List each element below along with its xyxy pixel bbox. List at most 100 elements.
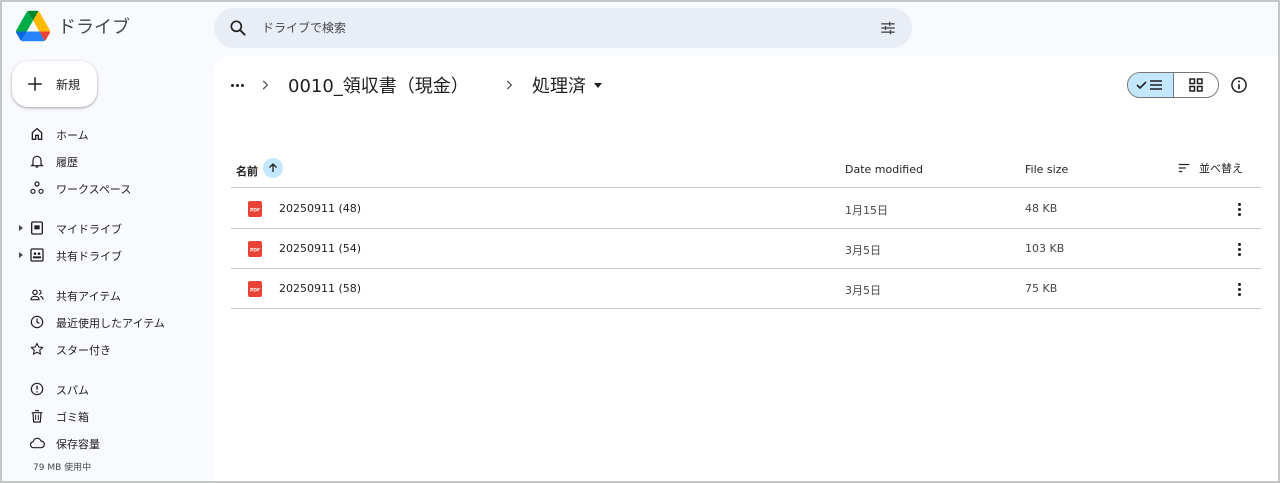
star-icon (30, 342, 44, 355)
sidebar-item-recent[interactable]: 最近使用したアイテム (14, 309, 208, 335)
file-size: 103 KB (1025, 242, 1065, 255)
sidebar-item-label: マイドライブ (56, 223, 122, 236)
file-date-modified: 3月5日 (845, 244, 881, 257)
file-date-modified: 1月15日 (845, 204, 888, 217)
more-dot (1237, 252, 1241, 256)
more-dot (1237, 207, 1241, 211)
more-vert-icon (1237, 202, 1241, 206)
table-row[interactable]: PDF 20250911 (54) 3月5日 103 KB (231, 229, 1261, 269)
caret-down-icon (594, 82, 602, 88)
expand-arrow-icon[interactable] (19, 252, 23, 258)
svg-text:PDF: PDF (250, 208, 260, 214)
arrow-up-icon (269, 163, 277, 172)
more-actions-button[interactable] (1229, 279, 1249, 299)
file-date-modified: 3月5日 (845, 284, 881, 297)
clock-icon (30, 315, 44, 329)
more-actions-button[interactable] (1229, 199, 1249, 219)
sidebar-item-label: 履歴 (56, 156, 78, 169)
sort-menu-label: 並べ替え (1199, 162, 1243, 175)
breadcrumb-more-button[interactable] (226, 74, 248, 96)
svg-text:PDF: PDF (250, 288, 260, 294)
sidebar-item-history[interactable]: 履歴 (14, 148, 208, 174)
trash-icon (31, 410, 43, 423)
column-header-date-modified[interactable]: Date modified (845, 163, 923, 176)
column-header-file-size[interactable]: File size (1025, 163, 1068, 176)
more-dot (235, 83, 239, 87)
more-actions-button[interactable] (1229, 239, 1249, 259)
more-vert-icon (1237, 242, 1241, 246)
home-icon (31, 127, 43, 140)
table-header: 名前 Date modified File size 並べ替え (231, 156, 1261, 188)
plus-icon (28, 77, 42, 91)
bell-icon (30, 155, 44, 168)
pdf-file-icon: PDF (248, 201, 262, 217)
check-list-icon (1136, 80, 1163, 90)
sidebar-item-label: ホーム (56, 129, 89, 142)
storage-usage-text: 79 MB 使用中 (33, 463, 92, 473)
file-name[interactable]: 20250911 (58) (279, 282, 361, 295)
new-button-label: 新規 (56, 77, 81, 92)
sidebar-item-trash[interactable]: ゴミ箱 (14, 403, 208, 429)
sidebar-item-label: ワークスペース (56, 183, 132, 196)
file-name[interactable]: 20250911 (48) (279, 202, 361, 215)
drive-logo-icon (16, 10, 50, 42)
more-dot (1237, 287, 1241, 291)
workspace-icon (30, 181, 44, 194)
list-view-button[interactable] (1128, 73, 1174, 97)
chevron-right-icon (506, 80, 513, 90)
sort-icon (1178, 163, 1190, 173)
file-name[interactable]: 20250911 (54) (279, 242, 361, 255)
sidebar-item-storage[interactable]: 保存容量 (14, 430, 208, 456)
top-bar: ドライブ (0, 0, 1280, 56)
people-icon (30, 289, 44, 301)
grid-icon (1189, 78, 1203, 92)
sidebar-item-label: スパム (56, 384, 89, 397)
chevron-right-icon (262, 80, 269, 90)
search-icon[interactable] (228, 18, 248, 38)
more-vert-icon (1237, 282, 1241, 286)
file-size: 75 KB (1025, 282, 1058, 295)
column-header-name[interactable]: 名前 (236, 163, 258, 179)
more-dot (1237, 247, 1241, 251)
sidebar-item-label: 共有アイテム (56, 290, 121, 303)
current-folder-label: 処理済 (532, 76, 586, 97)
new-button[interactable]: 新規 (12, 61, 97, 107)
drive-logo[interactable]: ドライブ (16, 10, 130, 42)
search-input[interactable] (262, 8, 862, 48)
more-dot (240, 83, 244, 87)
sidebar-item-home[interactable]: ホーム (14, 121, 208, 147)
sidebar-item-shared-drives[interactable]: 共有ドライブ (14, 242, 208, 268)
pdf-file-icon: PDF (248, 241, 262, 257)
my-drive-icon (31, 221, 43, 235)
sidebar-item-label: スター付き (56, 344, 111, 357)
search-bar[interactable] (214, 8, 912, 48)
main-panel: 0010_領収書（現金） 処理済 名前 Date modified File s… (214, 56, 1278, 481)
sort-direction-button[interactable] (263, 158, 283, 178)
table-row[interactable]: PDF 20250911 (58) 3月5日 75 KB (231, 269, 1261, 309)
search-options-icon[interactable] (878, 18, 898, 38)
shared-drives-icon (30, 248, 44, 262)
svg-text:PDF: PDF (250, 248, 260, 254)
sidebar-item-starred[interactable]: スター付き (14, 336, 208, 362)
sidebar-item-label: 保存容量 (56, 438, 100, 451)
pdf-file-icon: PDF (248, 281, 262, 297)
expand-arrow-icon[interactable] (19, 225, 23, 231)
info-icon[interactable] (1229, 75, 1249, 95)
table-row[interactable]: PDF 20250911 (48) 1月15日 48 KB (231, 189, 1261, 229)
breadcrumb-parent-folder[interactable]: 0010_領収書（現金） (288, 72, 469, 98)
sort-menu-button[interactable]: 並べ替え (1177, 160, 1243, 176)
file-size: 48 KB (1025, 202, 1058, 215)
sidebar-item-label: ゴミ箱 (56, 411, 89, 424)
sidebar-item-my-drive[interactable]: マイドライブ (14, 215, 208, 241)
sidebar-item-spam[interactable]: スパム (14, 376, 208, 402)
grid-view-button[interactable] (1173, 73, 1218, 97)
more-horizontal-icon (230, 83, 234, 87)
sidebar-item-label: 共有ドライブ (56, 250, 122, 263)
more-dot (1237, 292, 1241, 296)
sidebar-item-shared-with-me[interactable]: 共有アイテム (14, 282, 208, 308)
app-name: ドライブ (58, 17, 130, 38)
breadcrumb-current-folder[interactable]: 処理済 (532, 72, 602, 98)
cloud-icon (29, 437, 45, 449)
sidebar-item-workspace[interactable]: ワークスペース (14, 175, 208, 201)
more-dot (1237, 212, 1241, 216)
